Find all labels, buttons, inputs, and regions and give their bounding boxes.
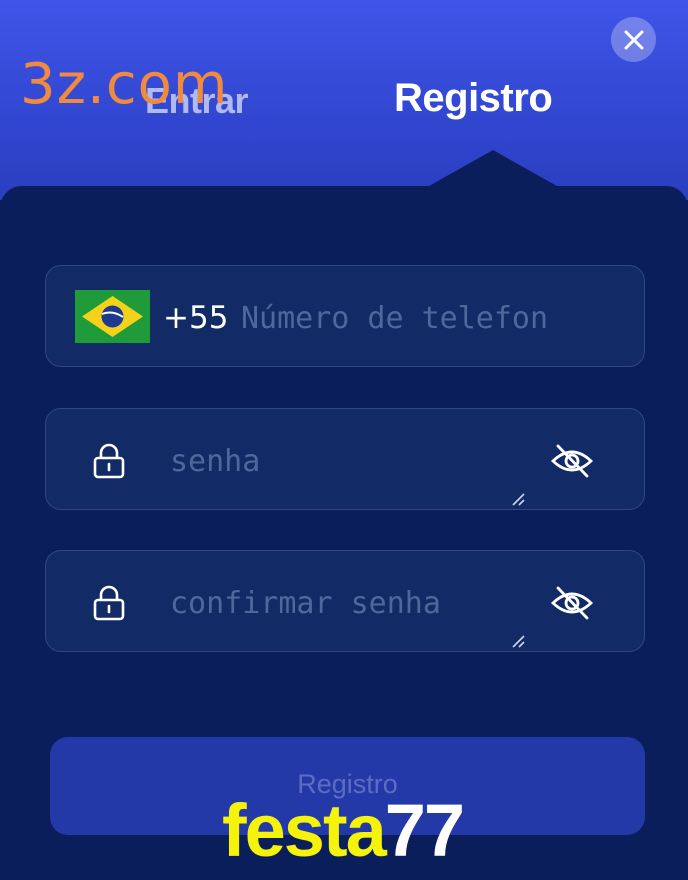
lock-icon xyxy=(93,443,125,479)
eye-slash-icon[interactable] xyxy=(550,443,594,479)
watermark-bottom: festa77 xyxy=(222,788,465,873)
eye-slash-icon[interactable] xyxy=(550,585,594,621)
confirm-password-field[interactable] xyxy=(45,550,645,652)
watermark-bottom-part2: 77 xyxy=(384,789,465,872)
watermark-top: 3z.com xyxy=(20,52,229,117)
phone-field[interactable]: +55 xyxy=(45,265,645,367)
resize-handle-icon[interactable] xyxy=(511,634,525,648)
phone-input[interactable] xyxy=(241,296,601,340)
confirm-password-input[interactable] xyxy=(170,581,510,625)
country-code[interactable]: +55 xyxy=(163,300,228,336)
tab-registro[interactable]: Registro xyxy=(394,76,553,121)
watermark-bottom-part1: festa xyxy=(222,789,387,872)
password-input[interactable] xyxy=(170,439,510,483)
lock-icon xyxy=(93,585,125,621)
active-tab-pointer xyxy=(422,150,564,190)
close-icon xyxy=(624,30,643,49)
resize-handle-icon[interactable] xyxy=(511,492,525,506)
brazil-flag-icon[interactable] xyxy=(75,290,150,343)
close-button[interactable] xyxy=(611,17,656,62)
password-field[interactable] xyxy=(45,408,645,510)
